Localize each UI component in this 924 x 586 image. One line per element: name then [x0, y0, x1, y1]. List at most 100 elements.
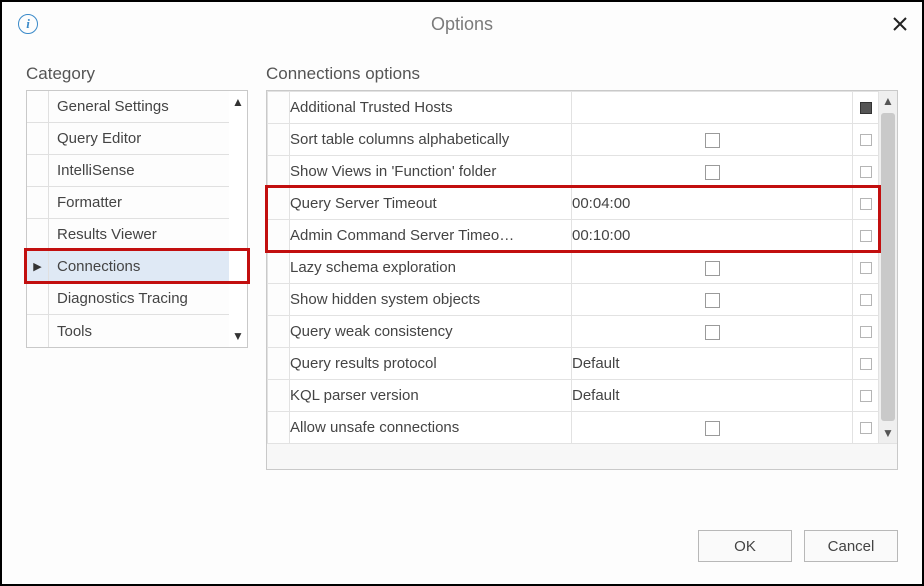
option-name: Lazy schema exploration: [290, 252, 572, 284]
category-list-box: General Settings Query Editor IntelliSense…: [26, 90, 248, 348]
option-value[interactable]: [572, 284, 853, 316]
category-item-label: Query Editor: [57, 130, 141, 147]
category-item-label: IntelliSense: [57, 162, 135, 179]
scroll-up-icon[interactable]: ▲: [882, 91, 894, 111]
option-row[interactable]: Allow unsafe connections: [268, 412, 879, 444]
checkbox[interactable]: [705, 325, 720, 340]
dialog-footer: OK Cancel: [2, 520, 922, 584]
option-row[interactable]: Show hidden system objects: [268, 284, 879, 316]
option-name: Admin Command Server Timeo…: [290, 220, 572, 252]
category-item-connections[interactable]: ▶ Connections: [27, 251, 229, 283]
category-item-label: Connections: [57, 258, 140, 275]
option-value[interactable]: [572, 412, 853, 444]
option-reset-indicator[interactable]: [853, 252, 879, 284]
option-reset-indicator[interactable]: [853, 156, 879, 188]
option-reset-indicator[interactable]: [853, 412, 879, 444]
option-reset-indicator[interactable]: [853, 380, 879, 412]
option-reset-indicator[interactable]: [853, 92, 879, 124]
option-reset-indicator[interactable]: [853, 284, 879, 316]
titlebar: i Options: [2, 2, 922, 46]
option-value[interactable]: Default: [572, 380, 853, 412]
option-reset-indicator[interactable]: [853, 220, 879, 252]
option-name: Additional Trusted Hosts: [290, 92, 572, 124]
option-reset-indicator[interactable]: [853, 316, 879, 348]
checkbox[interactable]: [705, 133, 720, 148]
scroll-up-icon[interactable]: ▲: [232, 95, 244, 109]
option-row[interactable]: Query results protocolDefault: [268, 348, 879, 380]
scrollbar-thumb[interactable]: [881, 113, 895, 421]
options-heading: Connections options: [266, 64, 898, 84]
option-row[interactable]: Lazy schema exploration: [268, 252, 879, 284]
category-item-label: Diagnostics Tracing: [57, 290, 188, 307]
option-row[interactable]: Query weak consistency: [268, 316, 879, 348]
scroll-down-icon[interactable]: ▼: [232, 329, 244, 343]
selected-caret-icon: ▶: [33, 260, 41, 273]
option-value[interactable]: [572, 156, 853, 188]
options-scrollbar[interactable]: ▲ ▼: [879, 91, 897, 443]
option-reset-indicator[interactable]: [853, 124, 879, 156]
ok-button[interactable]: OK: [698, 530, 792, 562]
row-gutter: [268, 252, 290, 284]
category-item-formatter[interactable]: Formatter: [27, 187, 229, 219]
indicator-icon: [860, 294, 872, 306]
category-item-gutter: [27, 155, 49, 186]
category-item-tools[interactable]: Tools: [27, 315, 229, 347]
category-heading: Category: [26, 64, 248, 84]
category-scrollbar[interactable]: ▲ ▼: [229, 91, 247, 347]
options-grid-box: Additional Trusted HostsSort table colum…: [266, 90, 898, 470]
row-gutter: [268, 188, 290, 220]
cancel-button[interactable]: Cancel: [804, 530, 898, 562]
option-value[interactable]: [572, 316, 853, 348]
close-button[interactable]: [888, 12, 912, 36]
category-item-gutter: [27, 315, 49, 347]
option-row[interactable]: KQL parser versionDefault: [268, 380, 879, 412]
indicator-icon: [860, 262, 872, 274]
indicator-icon: [860, 230, 872, 242]
option-value[interactable]: 00:04:00: [572, 188, 853, 220]
checkbox[interactable]: [705, 421, 720, 436]
scroll-down-icon[interactable]: ▼: [882, 423, 894, 443]
row-gutter: [268, 156, 290, 188]
option-reset-indicator[interactable]: [853, 188, 879, 220]
option-value[interactable]: 00:10:00: [572, 220, 853, 252]
option-value[interactable]: [572, 252, 853, 284]
indicator-icon: [860, 134, 872, 146]
row-gutter: [268, 124, 290, 156]
category-item-general-settings[interactable]: General Settings: [27, 91, 229, 123]
row-gutter: [268, 284, 290, 316]
option-row[interactable]: Sort table columns alphabetically: [268, 124, 879, 156]
indicator-icon: [860, 166, 872, 178]
option-name: Query weak consistency: [290, 316, 572, 348]
option-row[interactable]: Show Views in 'Function' folder: [268, 156, 879, 188]
category-item-gutter: [27, 123, 49, 154]
category-item-gutter: [27, 187, 49, 218]
row-gutter: [268, 316, 290, 348]
option-value[interactable]: Default: [572, 348, 853, 380]
indicator-icon: [860, 358, 872, 370]
checkbox[interactable]: [705, 293, 720, 308]
option-reset-indicator[interactable]: [853, 348, 879, 380]
option-value[interactable]: [572, 124, 853, 156]
category-item-diagnostics-tracing[interactable]: Diagnostics Tracing: [27, 283, 229, 315]
row-gutter: [268, 92, 290, 124]
category-item-gutter: [27, 91, 49, 122]
category-item-label: Tools: [57, 323, 92, 340]
row-gutter: [268, 380, 290, 412]
checkbox[interactable]: [705, 261, 720, 276]
option-row[interactable]: Additional Trusted Hosts: [268, 92, 879, 124]
info-icon: i: [18, 14, 38, 34]
option-row[interactable]: Query Server Timeout00:04:00: [268, 188, 879, 220]
checkbox[interactable]: [705, 165, 720, 180]
category-panel: Category General Settings Query Editor Int…: [26, 64, 248, 520]
category-item-results-viewer[interactable]: Results Viewer: [27, 219, 229, 251]
options-panel: Connections options Additional Trusted H…: [266, 64, 898, 520]
indicator-icon: [860, 326, 872, 338]
indicator-icon: [860, 198, 872, 210]
row-gutter: [268, 412, 290, 444]
option-row[interactable]: Admin Command Server Timeo…00:10:00: [268, 220, 879, 252]
category-item-gutter: [27, 219, 49, 250]
category-item-query-editor[interactable]: Query Editor: [27, 123, 229, 155]
option-value[interactable]: [572, 92, 853, 124]
category-item-intellisense[interactable]: IntelliSense: [27, 155, 229, 187]
options-description-area: [267, 443, 897, 469]
